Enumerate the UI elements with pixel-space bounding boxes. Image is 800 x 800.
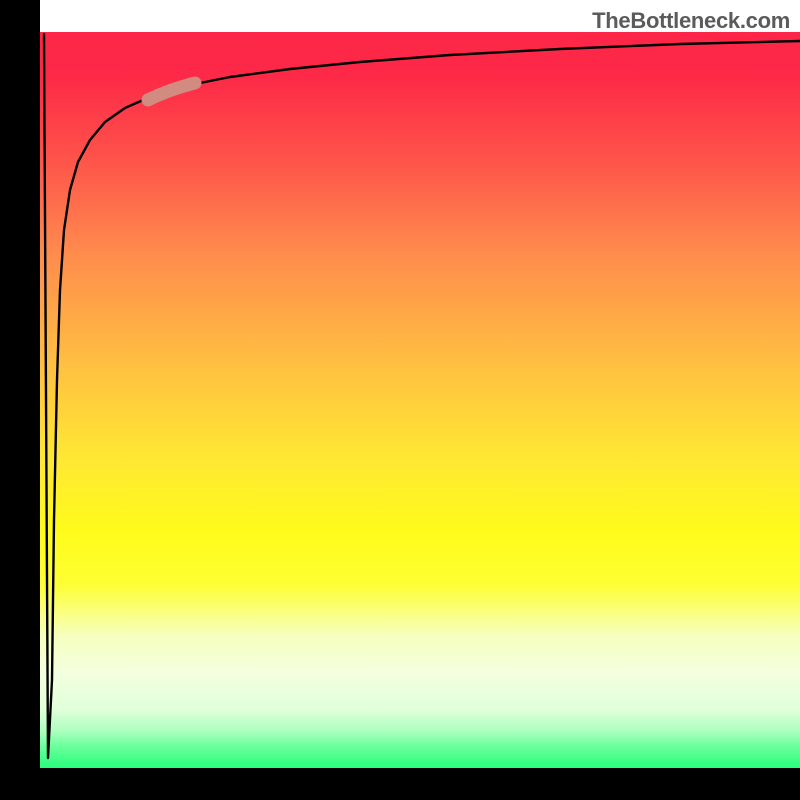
attribution-label: TheBottleneck.com [592, 8, 790, 34]
chart-container: TheBottleneck.com [0, 0, 800, 800]
x-axis-bar [0, 768, 800, 800]
plot-gradient-background [40, 32, 800, 768]
y-axis-bar [0, 32, 40, 768]
axis-corner [0, 0, 40, 32]
